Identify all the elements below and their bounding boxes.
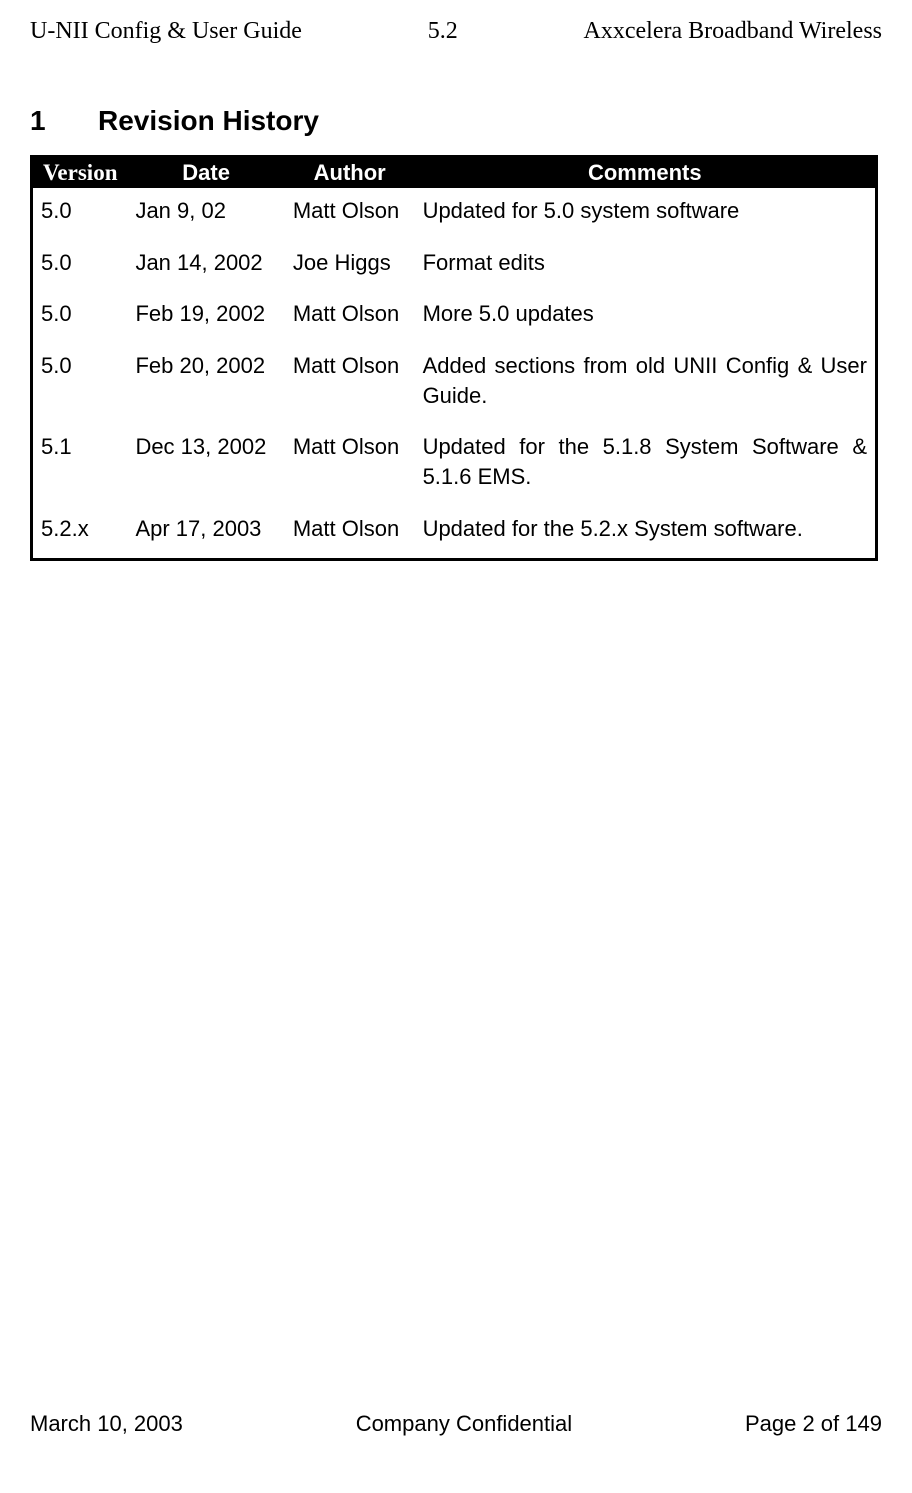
cell-comments: Added sections from old UNII Config & Us…	[415, 343, 877, 424]
cell-comments: Updated for the 5.1.8 System Software & …	[415, 424, 877, 505]
table-row: 5.1Dec 13, 2002Matt OlsonUpdated for the…	[32, 424, 877, 505]
cell-version: 5.1	[32, 424, 128, 505]
cell-date: Feb 19, 2002	[127, 291, 284, 343]
table-row: 5.0Feb 19, 2002Matt OlsonMore 5.0 update…	[32, 291, 877, 343]
cell-author: Matt Olson	[285, 424, 415, 505]
table-header-row: Version Date Author Comments	[32, 157, 877, 189]
cell-version: 5.0	[32, 343, 128, 424]
header-left: U-NII Config & User Guide	[30, 18, 302, 45]
col-header-version: Version	[32, 157, 128, 189]
cell-date: Jan 9, 02	[127, 188, 284, 240]
footer-left: March 10, 2003	[30, 1411, 183, 1437]
cell-author: Joe Higgs	[285, 240, 415, 292]
cell-comments: Format edits	[415, 240, 877, 292]
table-row: 5.2.xApr 17, 2003Matt OlsonUpdated for t…	[32, 506, 877, 559]
section-number: 1	[30, 105, 98, 137]
col-header-author: Author	[285, 157, 415, 189]
cell-author: Matt Olson	[285, 506, 415, 559]
col-header-date: Date	[127, 157, 284, 189]
section-heading: 1Revision History	[30, 105, 882, 137]
table-row: 5.0Jan 14, 2002Joe HiggsFormat edits	[32, 240, 877, 292]
footer-right: Page 2 of 149	[745, 1411, 882, 1437]
footer-center: Company Confidential	[356, 1411, 572, 1437]
revision-history-table: Version Date Author Comments 5.0Jan 9, 0…	[30, 155, 878, 561]
cell-version: 5.2.x	[32, 506, 128, 559]
table-body: 5.0Jan 9, 02Matt OlsonUpdated for 5.0 sy…	[32, 188, 877, 559]
section-title: Revision History	[98, 105, 319, 136]
cell-author: Matt Olson	[285, 291, 415, 343]
cell-comments: Updated for the 5.2.x System software.	[415, 506, 877, 559]
page-footer: March 10, 2003 Company Confidential Page…	[30, 1411, 882, 1437]
header-center: 5.2	[428, 18, 458, 45]
cell-date: Apr 17, 2003	[127, 506, 284, 559]
cell-comments: More 5.0 updates	[415, 291, 877, 343]
cell-date: Jan 14, 2002	[127, 240, 284, 292]
header-right: Axxcelera Broadband Wireless	[584, 18, 882, 45]
cell-author: Matt Olson	[285, 343, 415, 424]
table-row: 5.0Jan 9, 02Matt OlsonUpdated for 5.0 sy…	[32, 188, 877, 240]
table-row: 5.0Feb 20, 2002Matt OlsonAdded sections …	[32, 343, 877, 424]
page-header: U-NII Config & User Guide 5.2 Axxcelera …	[30, 18, 882, 45]
cell-date: Feb 20, 2002	[127, 343, 284, 424]
cell-comments: Updated for 5.0 system software	[415, 188, 877, 240]
col-header-comments: Comments	[415, 157, 877, 189]
cell-version: 5.0	[32, 188, 128, 240]
cell-author: Matt Olson	[285, 188, 415, 240]
cell-date: Dec 13, 2002	[127, 424, 284, 505]
cell-version: 5.0	[32, 291, 128, 343]
cell-version: 5.0	[32, 240, 128, 292]
